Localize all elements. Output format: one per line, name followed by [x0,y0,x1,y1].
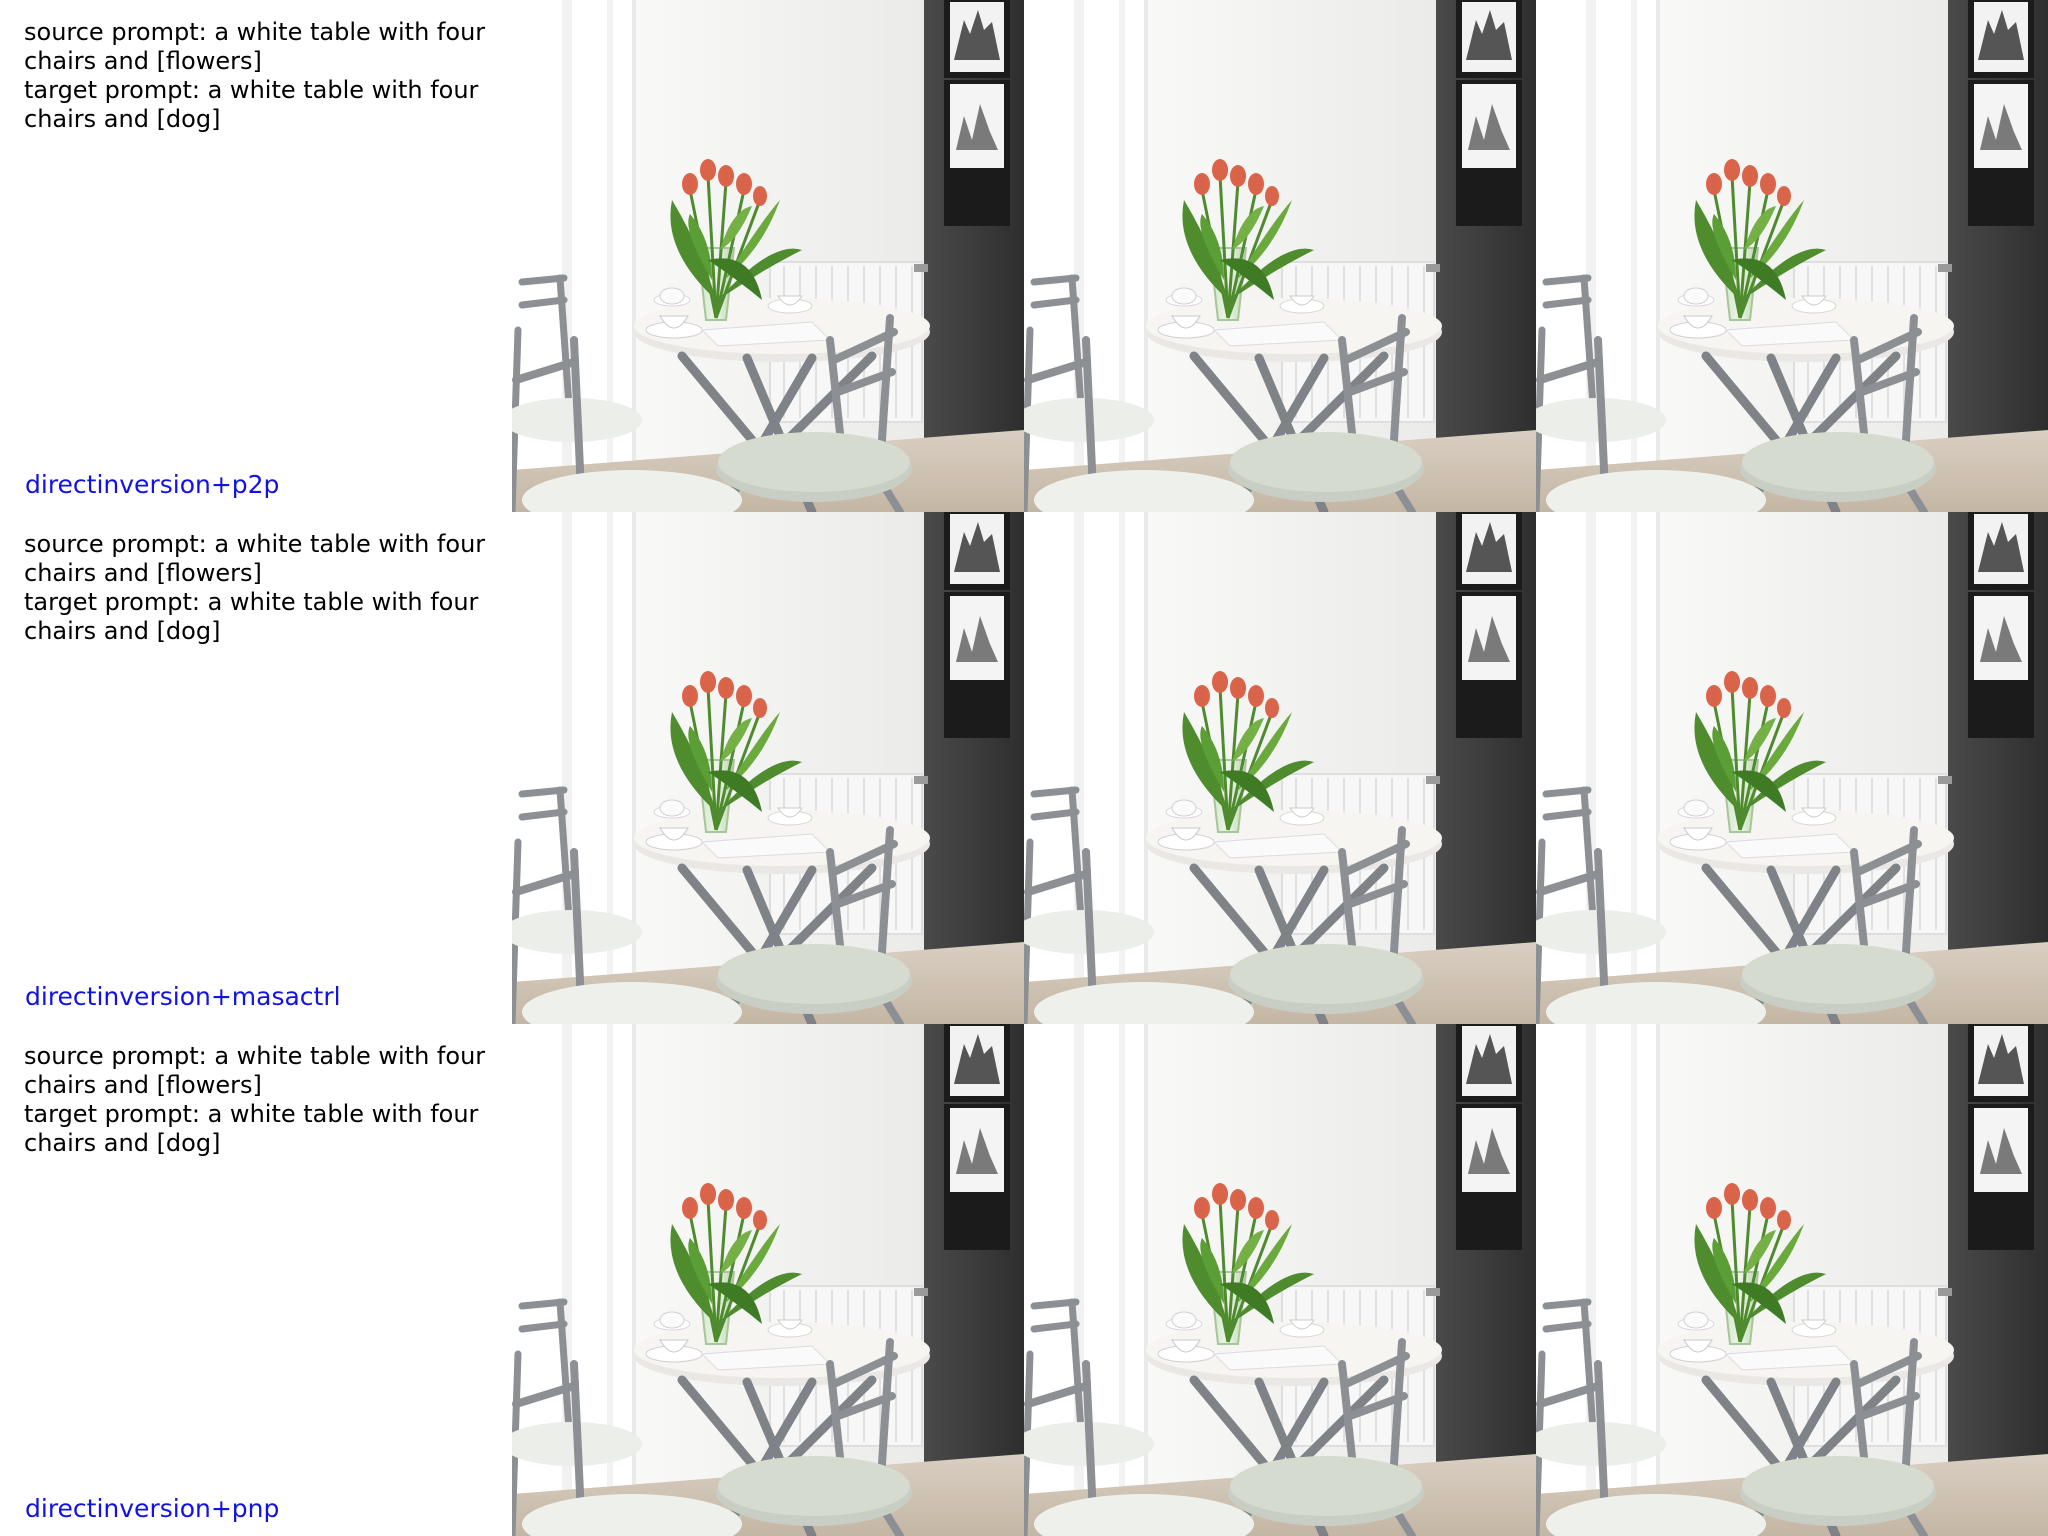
source-prompt: source prompt: a white table with four c… [24,18,493,75]
target-prompt: target prompt: a white table with four c… [24,76,487,133]
dining-room-photo [512,1024,1024,1536]
dining-room-photo [1024,1024,1536,1536]
method-label: directinversion+pnp [25,1494,280,1523]
target-prompt: target prompt: a white table with four c… [24,588,487,645]
source-prompt: source prompt: a white table with four c… [24,530,493,587]
source-prompt: source prompt: a white table with four c… [24,1042,493,1099]
row-label-panel: source prompt: a white table with four c… [0,1024,512,1536]
method-label: directinversion+p2p [25,470,280,499]
image-edit-b [1536,1024,2048,1536]
image-source [512,512,1024,1024]
dining-room-photo [1536,1024,2048,1536]
prompt-text: source prompt: a white table with four c… [24,1042,512,1158]
prompt-text: source prompt: a white table with four c… [24,18,512,134]
dining-room-photo [512,0,1024,512]
image-edit-b [1536,0,2048,512]
dining-room-photo [1024,512,1536,1024]
row-label-panel: source prompt: a white table with four c… [0,512,512,1024]
prompt-text: source prompt: a white table with four c… [24,530,512,646]
result-row: source prompt: a white table with four c… [0,512,2048,1024]
row-label-panel: source prompt: a white table with four c… [0,0,512,512]
comparison-grid: source prompt: a white table with four c… [0,0,2048,1536]
result-row: source prompt: a white table with four c… [0,0,2048,512]
image-edit-b [1536,512,2048,1024]
result-row: source prompt: a white table with four c… [0,1024,2048,1536]
target-prompt: target prompt: a white table with four c… [24,1100,487,1157]
image-edit-a [1024,0,1536,512]
dining-room-photo [512,512,1024,1024]
image-source [512,1024,1024,1536]
dining-room-photo [1536,0,2048,512]
image-source [512,0,1024,512]
image-edit-a [1024,512,1536,1024]
dining-room-photo [1536,512,2048,1024]
method-label: directinversion+masactrl [25,982,341,1011]
dining-room-photo [1024,0,1536,512]
image-edit-a [1024,1024,1536,1536]
